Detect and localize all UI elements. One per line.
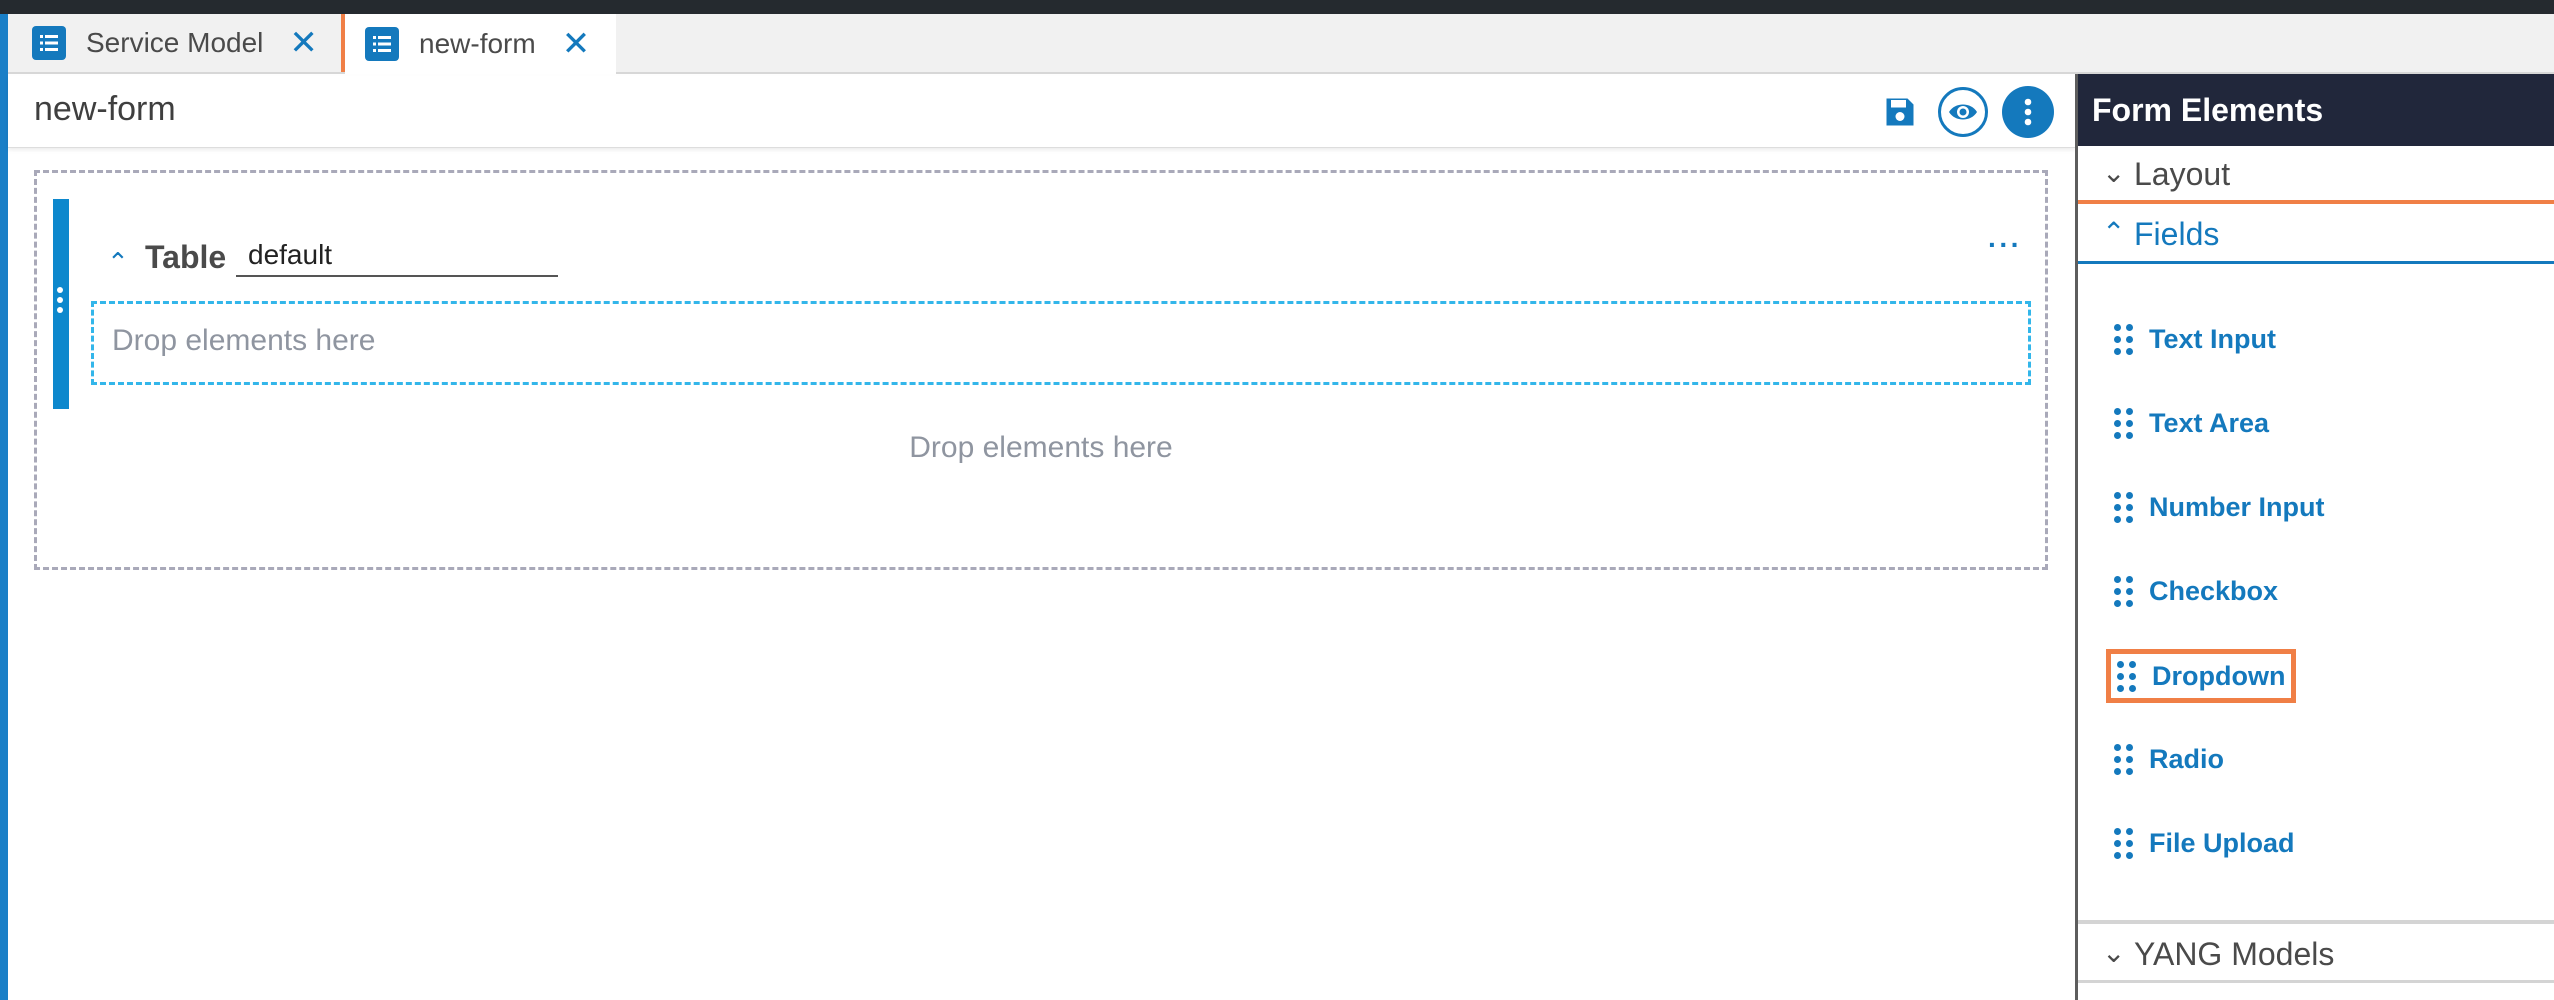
list-icon (365, 27, 399, 61)
preview-button[interactable] (1938, 87, 1988, 137)
tab-service-model[interactable]: Service Model ✕ (32, 14, 318, 72)
table-drop-zone[interactable]: Drop elements here (91, 301, 2031, 385)
field-label: Radio (2149, 743, 2225, 774)
page-title: new-form (34, 90, 176, 128)
drag-handle-icon (2114, 407, 2133, 439)
panel-header: Form Elements (2078, 74, 2554, 146)
top-strip (0, 0, 2554, 14)
save-icon (1886, 98, 1914, 126)
form-elements-panel: Form Elements ⌄ Layout ⌃ Fields Text Inp… (2078, 74, 2554, 1000)
editor-header: new-form (8, 76, 2075, 148)
field-label: Text Area (2149, 407, 2270, 438)
section-label: Layout (2134, 156, 2231, 192)
section-yang-models[interactable]: ⌄ YANG Models (2078, 920, 2554, 980)
drag-handle-icon (2114, 323, 2133, 355)
more-vertical-icon (2024, 98, 2032, 126)
field-checkbox[interactable]: Checkbox (2106, 566, 2286, 616)
list-icon (32, 26, 66, 60)
field-label: Text Input (2149, 323, 2276, 354)
tab-label: Service Model (86, 27, 264, 58)
save-button[interactable] (1878, 90, 1922, 134)
section-label: Fields (2134, 216, 2220, 252)
drag-handle-icon (2114, 827, 2133, 859)
tab-bar: Service Model ✕ new-form ✕ (8, 14, 2554, 74)
field-radio[interactable]: Radio (2106, 734, 2232, 784)
close-icon[interactable]: ✕ (289, 26, 318, 60)
field-file-upload[interactable]: File Upload (2106, 818, 2303, 868)
drag-handle-icon (2114, 491, 2133, 523)
panel-title: Form Elements (2092, 92, 2324, 128)
field-text-area[interactable]: Text Area (2106, 398, 2277, 448)
field-label: Number Input (2149, 491, 2325, 522)
section-fields[interactable]: ⌃ Fields (2078, 206, 2554, 264)
drag-handle-icon (2117, 660, 2136, 692)
chevron-up-icon: ⌃ (2102, 217, 2126, 248)
drop-hint: Drop elements here (909, 431, 1173, 464)
form-canvas[interactable]: ⌃ Table ··· Drop elements here Drop elem… (34, 170, 2048, 570)
drag-handle-icon (2114, 743, 2133, 775)
more-horizontal-icon[interactable]: ··· (1988, 229, 2022, 261)
table-name-input[interactable] (236, 235, 558, 277)
field-label: File Upload (2149, 827, 2295, 858)
section-layout[interactable]: ⌄ Layout (2078, 146, 2554, 204)
field-label: Dropdown (2152, 660, 2286, 691)
chevron-up-icon[interactable]: ⌃ (107, 247, 129, 278)
field-text-input[interactable]: Text Input (2106, 314, 2284, 364)
form-editor: new-form ⌃ Table ··· (8, 76, 2075, 1000)
table-label: Table (145, 239, 227, 275)
divider (2078, 980, 2554, 983)
left-edge-bar (0, 14, 8, 1000)
drag-handle-icon (2114, 575, 2133, 607)
chevron-down-icon: ⌄ (2102, 937, 2126, 968)
field-number-input[interactable]: Number Input (2106, 482, 2333, 532)
tab-label: new-form (419, 28, 536, 59)
eye-icon (1949, 104, 1977, 120)
drop-hint: Drop elements here (112, 324, 376, 357)
section-label: YANG Models (2134, 936, 2335, 972)
close-icon[interactable]: ✕ (562, 27, 591, 61)
more-options-button[interactable] (2002, 86, 2054, 138)
chevron-down-icon: ⌄ (2102, 157, 2126, 188)
tab-new-form[interactable]: new-form ✕ (345, 14, 616, 74)
field-dropdown[interactable]: Dropdown (2106, 649, 2297, 703)
field-label: Checkbox (2149, 575, 2279, 606)
drag-handle-icon[interactable] (53, 199, 69, 409)
